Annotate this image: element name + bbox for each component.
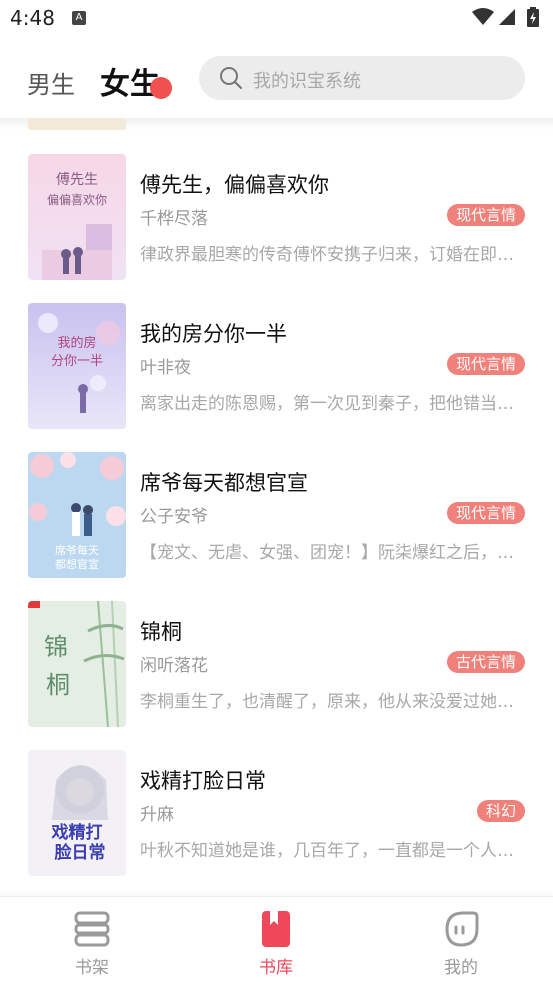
notification-dot: [150, 77, 172, 99]
svg-text:分你一半: 分你一半: [51, 354, 103, 369]
svg-text:席爷每天: 席爷每天: [55, 543, 99, 557]
status-time: 4:48: [10, 6, 55, 30]
book-title[interactable]: 傅先生，偏偏喜欢你: [140, 169, 329, 199]
book-title[interactable]: 席爷每天都想官宣: [140, 467, 308, 497]
nav-label: 我的: [444, 958, 478, 978]
book-title[interactable]: 锦桐: [140, 616, 182, 646]
status-bar: 4:48 A: [0, 0, 553, 38]
book-author: 叶非夜: [140, 358, 191, 378]
book-item[interactable]: 锦 桐 锦桐 闲听落花 古代言情 李桐重生了，也清醒了，原来，他从来没爱过她，…: [0, 577, 553, 727]
wifi-icon: [472, 8, 494, 25]
bottom-nav: 书架 书库 我的: [0, 896, 553, 985]
svg-text:桐: 桐: [46, 671, 70, 699]
book-author: 公子安爷: [140, 507, 208, 527]
previous-book-cover-edge: [28, 118, 126, 130]
search-icon: [220, 67, 243, 90]
book-description: 李桐重生了，也清醒了，原来，他从来没爱过她，…: [140, 692, 523, 712]
signal-icon: [499, 9, 515, 25]
face-icon: [445, 911, 479, 947]
genre-tag: 现代言情: [446, 353, 525, 375]
nav-library[interactable]: 书库: [216, 897, 336, 985]
book-cover[interactable]: 傅先生 偏偏喜欢你: [28, 154, 126, 280]
book-list[interactable]: 傅先生 偏偏喜欢你 傅先生，偏偏喜欢你 千桦尽落 现代言情 律政界最胆寒的传奇傅…: [0, 130, 553, 896]
search-placeholder: 我的识宝系统: [253, 71, 361, 92]
nav-label: 书库: [259, 958, 293, 978]
book-author: 闲听落花: [140, 656, 208, 676]
battery-icon: [527, 7, 539, 27]
notification-icon: A: [72, 11, 86, 25]
book-cover[interactable]: 锦 桐: [28, 601, 126, 727]
nav-mine[interactable]: 我的: [401, 897, 521, 985]
nav-label: 书架: [75, 958, 109, 978]
search-bar[interactable]: 我的识宝系统: [199, 56, 525, 100]
svg-text:锦: 锦: [44, 633, 68, 661]
genre-tag: 现代言情: [446, 502, 525, 524]
book-cover[interactable]: 戏精打 脸日常: [28, 750, 126, 876]
genre-tag: 古代言情: [446, 651, 525, 673]
book-description: 离家出走的陈恩赐，第一次见到秦子，把他错当成…: [140, 394, 523, 414]
book-description: 律政界最胆寒的传奇傅怀安携子归来，订婚在即却…: [140, 245, 523, 265]
book-description: 叶秋不知道她是谁，几百年了，一直都是一个人…: [140, 841, 514, 861]
book-item[interactable]: 席爷每天 都想官宣 席爷每天都想官宣 公子安爷 现代言情 【宠文、无虐、女强、团…: [0, 428, 553, 578]
book-title[interactable]: 戏精打脸日常: [140, 765, 266, 795]
book-title[interactable]: 我的房分你一半: [140, 318, 287, 348]
svg-text:都想官宣: 都想官宣: [55, 557, 99, 571]
book-item[interactable]: 戏精打 脸日常 戏精打脸日常 升麻 科幻 叶秋不知道她是谁，几百年了，一直都是一…: [0, 726, 553, 876]
book-cover[interactable]: 我的房 分你一半: [28, 303, 126, 429]
bookmark-icon: [262, 911, 290, 947]
svg-text:戏精打: 戏精打: [51, 822, 103, 843]
book-item[interactable]: 傅先生 偏偏喜欢你 傅先生，偏偏喜欢你 千桦尽落 现代言情 律政界最胆寒的传奇傅…: [0, 130, 553, 280]
nav-bookshelf[interactable]: 书架: [32, 897, 152, 985]
genre-tag: 现代言情: [446, 204, 525, 226]
book-cover[interactable]: 席爷每天 都想官宣: [28, 452, 126, 578]
book-author: 升麻: [140, 805, 174, 825]
header: 男生 女生 我的识宝系统: [0, 38, 553, 118]
tab-male[interactable]: 男生: [27, 65, 75, 100]
book-author: 千桦尽落: [140, 209, 208, 229]
book-description: 【宠文、无虐、女强、团宠！】阮柒爆红之后，…: [140, 543, 514, 563]
genre-tag: 科幻: [476, 800, 525, 822]
svg-text:我的房: 我的房: [57, 335, 96, 351]
svg-text:偏偏喜欢你: 偏偏喜欢你: [47, 192, 107, 207]
svg-text:脸日常: 脸日常: [55, 842, 106, 863]
cover-title-text: 傅先生: [56, 172, 98, 188]
bookshelf-icon: [74, 911, 110, 947]
book-item[interactable]: 我的房 分你一半 我的房分你一半 叶非夜 现代言情 离家出走的陈恩赐，第一次见到…: [0, 279, 553, 429]
